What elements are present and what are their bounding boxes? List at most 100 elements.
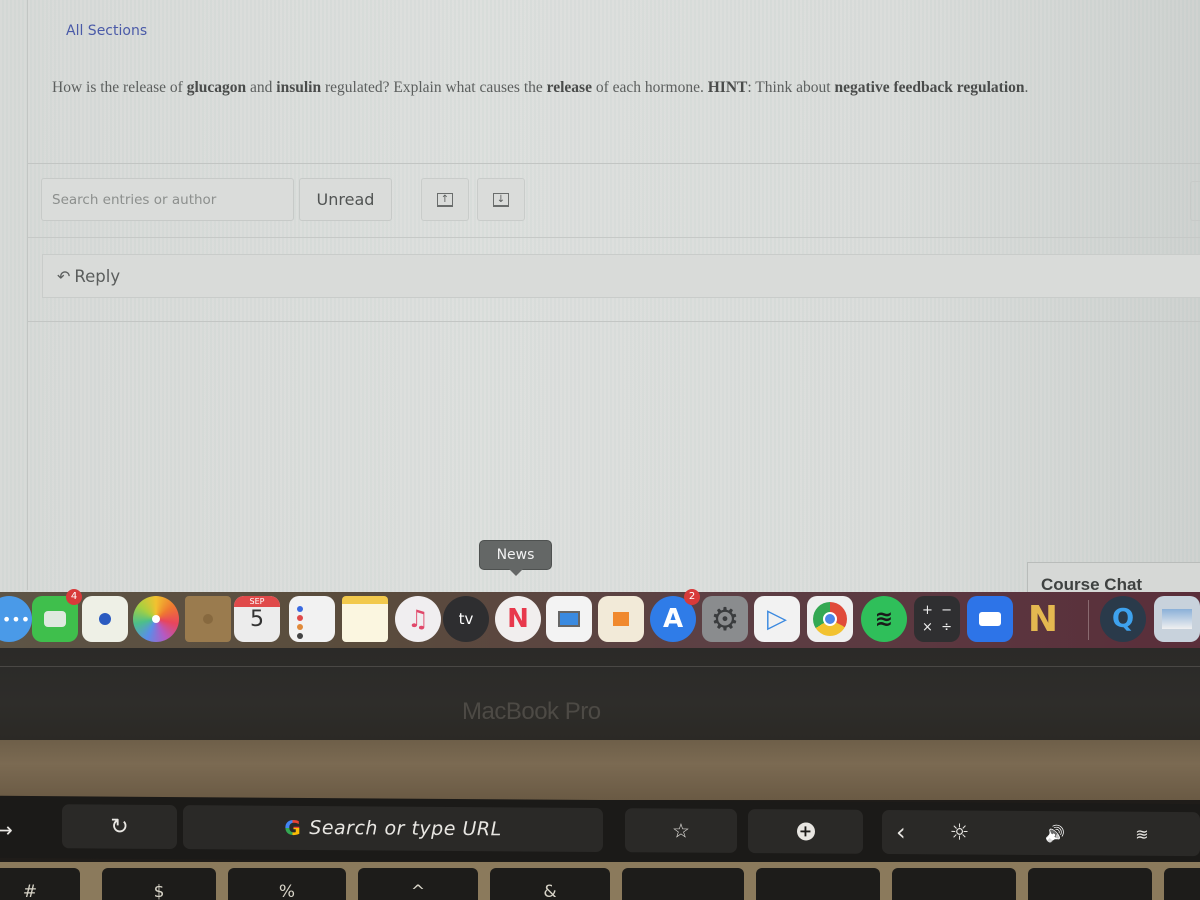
reload-icon: ↻ — [110, 814, 129, 840]
all-sections-link[interactable]: All Sections — [66, 23, 147, 39]
play-icon: ▷ — [767, 604, 787, 634]
question-text: and — [246, 79, 277, 96]
contacts-icon — [203, 614, 213, 624]
question-text: : Think about — [747, 79, 835, 96]
dock: ••• 4 SEP 5 ♫ tv N A 2 ⚙ ▷ ≋ + − × ÷ N Q — [0, 589, 1200, 648]
dock-zoom[interactable] — [967, 596, 1013, 642]
volume-icon[interactable]: 🔊 — [1045, 824, 1065, 843]
dock-calendar[interactable]: SEP 5 — [234, 596, 280, 642]
star-icon: ☆ — [672, 818, 690, 843]
left-rail — [0, 0, 28, 590]
search-entries-input[interactable] — [41, 178, 294, 221]
key-5[interactable]: % — [228, 868, 346, 900]
dock-music[interactable]: ♫ — [395, 596, 441, 642]
dock-photos[interactable] — [133, 596, 179, 642]
key-7[interactable]: & — [490, 868, 610, 900]
expand-icon: ↑ — [437, 192, 453, 207]
messages-icon: ••• — [1, 609, 31, 629]
dock-system-preferences[interactable]: ⚙ — [702, 596, 748, 642]
key-9[interactable] — [756, 868, 880, 900]
url-prompt: Search or type URL — [309, 816, 502, 841]
bookmark-button[interactable]: ☆ — [625, 808, 737, 853]
dock-reminders[interactable] — [289, 596, 335, 642]
question-emphasis: release — [546, 79, 592, 96]
key-3[interactable]: # — [0, 868, 80, 900]
key-8[interactable] — [622, 868, 744, 900]
question-emphasis: glucagon — [186, 79, 247, 96]
url-search-button[interactable]: G Search or type URL — [183, 805, 603, 853]
dock-chrome[interactable] — [807, 596, 853, 642]
gear-icon: ⚙ — [710, 600, 740, 638]
keynote-icon — [558, 611, 580, 627]
question-text: of each hormone. — [591, 79, 708, 96]
dock-tooltip: News — [479, 540, 552, 576]
plus-circle-icon: + — [796, 821, 815, 841]
question-text: . — [1024, 79, 1029, 96]
dock-infuse[interactable]: ▷ — [754, 596, 800, 642]
tv-label: tv — [458, 610, 474, 628]
expand-all-button[interactable]: ↑ — [421, 178, 469, 221]
dock-notability[interactable]: N — [1020, 596, 1066, 642]
keyboard: # $ % ^ & — [0, 862, 1200, 900]
subscribe-button[interactable] — [1190, 181, 1200, 221]
facetime-icon — [44, 611, 66, 627]
dock-tv[interactable]: tv — [443, 596, 489, 642]
key-0[interactable] — [892, 868, 1016, 900]
calculator-icon: + − × ÷ — [921, 603, 953, 635]
key-minus[interactable] — [1028, 868, 1152, 900]
key-6[interactable]: ^ — [358, 868, 478, 900]
chrome-icon — [813, 602, 847, 636]
google-icon: G — [284, 815, 302, 840]
laptop-hinge — [0, 740, 1200, 800]
course-chat-button[interactable]: Course Chat — [1027, 562, 1200, 596]
discussion-toolbar: Unread ↑ ↓ — [28, 163, 1200, 238]
quicktime-icon: Q — [1111, 604, 1135, 634]
dock-calculator[interactable]: + − × ÷ — [914, 596, 960, 642]
dock-news[interactable]: N — [495, 596, 541, 642]
collapse-all-button[interactable]: ↓ — [477, 178, 525, 221]
collapse-strip-icon[interactable]: ‹ — [896, 818, 906, 846]
discussion-question: How is the release of glucagon and insul… — [52, 79, 1028, 97]
dock-pages[interactable] — [598, 596, 644, 642]
maps-icon — [99, 613, 111, 625]
key-4[interactable]: $ — [102, 868, 216, 900]
question-text: How is the release of — [52, 79, 187, 96]
photos-icon — [152, 615, 160, 623]
reload-button[interactable]: ↻ — [62, 804, 177, 850]
dock-notes[interactable] — [342, 596, 388, 642]
preview-icon — [1162, 609, 1192, 629]
dock-preview[interactable] — [1154, 596, 1200, 642]
dock-app-store[interactable]: A 2 — [650, 589, 700, 642]
question-emphasis: negative feedback regulation — [834, 79, 1025, 96]
dock-separator — [1088, 600, 1089, 640]
macbook-label: MacBook Pro — [462, 698, 601, 725]
collapse-icon: ↓ — [493, 192, 509, 207]
reply-button[interactable]: ↶ Reply — [42, 254, 1200, 298]
calendar-month: SEP — [234, 596, 280, 607]
dock-messages[interactable]: ••• — [0, 596, 32, 642]
dock-contacts[interactable] — [185, 596, 231, 642]
news-icon: N — [507, 604, 529, 634]
dock-quicktime[interactable]: Q — [1100, 596, 1146, 642]
unread-filter-button[interactable]: Unread — [299, 178, 392, 221]
reply-row: ↶ Reply — [28, 240, 1200, 322]
dock-spotify[interactable]: ≋ — [861, 596, 907, 642]
pages-icon — [613, 612, 629, 626]
dock-maps[interactable] — [82, 596, 128, 642]
dock-keynote[interactable] — [546, 596, 592, 642]
browser-screen: All Sections How is the release of gluca… — [0, 0, 1200, 648]
forward-icon[interactable]: → — [0, 818, 13, 842]
touch-bar: → ↻ G Search or type URL ☆ + ‹ ☼ 🔊 ≋ — [0, 795, 1200, 867]
notability-icon: N — [1027, 598, 1059, 640]
mute-icon[interactable]: ≋ — [1135, 824, 1148, 843]
reminders-icon — [297, 606, 303, 612]
control-strip: ‹ ☼ 🔊 ≋ — [882, 809, 1200, 857]
new-tab-button[interactable]: + — [748, 809, 863, 854]
dock-facetime[interactable]: 4 — [32, 589, 82, 642]
question-emphasis: insulin — [276, 79, 322, 96]
key-equals[interactable] — [1164, 868, 1200, 900]
brightness-icon[interactable]: ☼ — [950, 820, 970, 845]
app-store-badge: 2 — [684, 589, 700, 605]
reply-icon: ↶ — [57, 266, 71, 286]
music-icon: ♫ — [407, 605, 429, 633]
